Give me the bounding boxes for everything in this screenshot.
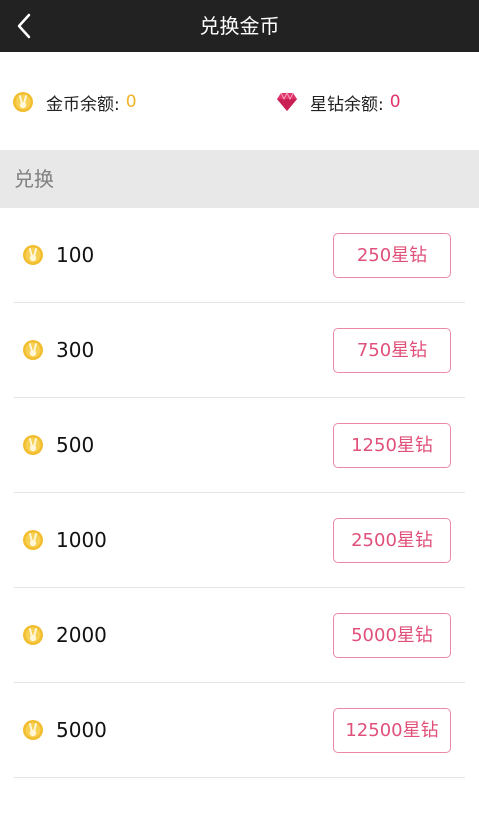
exchange-button[interactable]: 5000星钻 [333,613,451,658]
coin-icon [23,625,43,645]
diamond-balance-value: 0 [389,92,401,112]
list-item: 5000 12500星钻 [14,683,465,778]
exchange-button[interactable]: 250星钻 [333,233,451,278]
coin-icon [23,435,43,455]
top-bar: 兑换金币 [0,0,479,52]
coin-amount: 2000 [56,623,107,647]
list-item: 100 250星钻 [14,208,465,303]
list-item: 2000 5000星钻 [14,588,465,683]
coin-icon [23,530,43,550]
exchange-list: 100 250星钻 300 750星钻 500 1250星钻 1000 2500 [0,208,479,778]
exchange-button[interactable]: 750星钻 [333,328,451,373]
coin-amount: 500 [56,433,95,457]
coin-balance-label: 金币余额: [46,94,120,115]
coin-icon [23,340,43,360]
diamond-icon [276,92,298,112]
list-item: 1000 2500星钻 [14,493,465,588]
exchange-button[interactable]: 12500星钻 [333,708,451,753]
exchange-button[interactable]: 1250星钻 [333,423,451,468]
section-header: 兑换 [0,150,479,208]
coin-balance: 金币余额: 0 [12,90,137,115]
coin-amount: 300 [56,338,95,362]
exchange-button[interactable]: 2500星钻 [333,518,451,563]
list-item: 500 1250星钻 [14,398,465,493]
coin-amount: 1000 [56,528,107,552]
diamond-balance-label: 星钻余额: [310,94,384,115]
coin-amount: 5000 [56,718,107,742]
coin-icon [23,720,43,740]
page-title: 兑换金币 [199,14,280,38]
list-item: 300 750星钻 [14,303,465,398]
coin-balance-value: 0 [125,92,137,112]
coin-icon [23,245,43,265]
diamond-balance: 星钻余额: 0 [276,90,401,115]
balance-panel: 金币余额: 0 星钻余额: 0 [0,52,479,150]
coin-icon [12,91,34,113]
coin-amount: 100 [56,243,95,267]
